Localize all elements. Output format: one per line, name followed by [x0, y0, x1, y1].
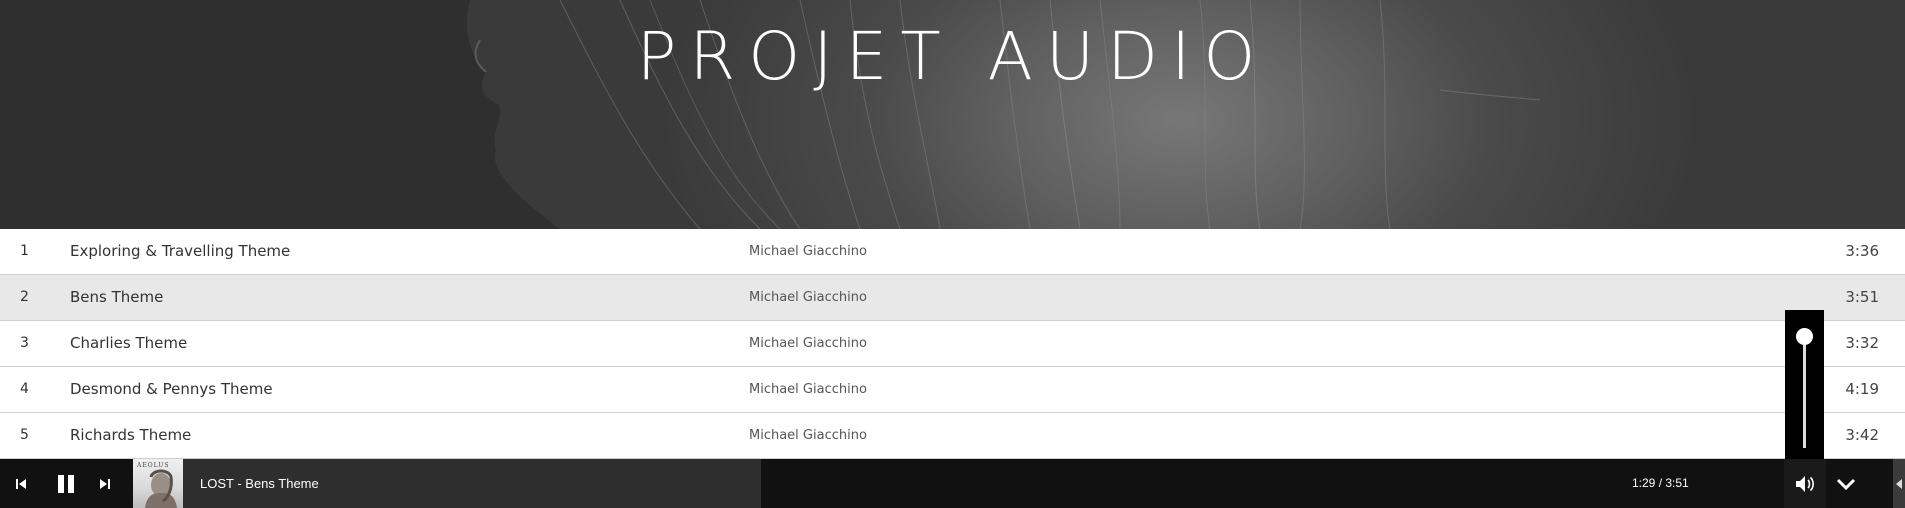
track-title: Exploring & Travelling Theme — [70, 242, 291, 260]
volume-popup — [1785, 310, 1824, 460]
playback-time: 1:29 / 3:51 — [1632, 476, 1689, 490]
player-bar: AEOLUS LOST - Bens Theme 1:29 / 3:51 — [0, 459, 1905, 508]
track-duration: 3:36 — [1845, 242, 1879, 260]
track-artist: Michael Giacchino — [749, 382, 867, 397]
track-title: Bens Theme — [70, 288, 164, 306]
caret-left-icon — [1896, 478, 1902, 489]
chevron-down-icon — [1836, 478, 1856, 490]
track-duration: 4:19 — [1845, 380, 1879, 398]
volume-icon — [1796, 475, 1814, 492]
track-title: Desmond & Pennys Theme — [70, 380, 273, 398]
track-row[interactable]: 3 Charlies Theme Michael Giacchino 3:32 — [0, 321, 1905, 367]
track-artist: Michael Giacchino — [749, 290, 867, 305]
track-list: 1 Exploring & Travelling Theme Michael G… — [0, 229, 1905, 459]
page-title: PROJET AUDIO — [636, 18, 1269, 95]
track-row[interactable]: 4 Desmond & Pennys Theme Michael Giacchi… — [0, 367, 1905, 413]
track-duration: 3:42 — [1845, 426, 1879, 444]
pause-icon — [58, 474, 74, 493]
track-number: 5 — [20, 427, 29, 443]
skip-previous-icon — [16, 478, 26, 489]
track-duration: 3:51 — [1845, 288, 1879, 306]
track-number: 1 — [20, 243, 29, 259]
track-row-active[interactable]: 2 Bens Theme Michael Giacchino 3:51 — [0, 275, 1905, 321]
next-button[interactable] — [92, 459, 118, 508]
album-cover: AEOLUS — [133, 459, 183, 508]
track-row[interactable]: 1 Exploring & Travelling Theme Michael G… — [0, 229, 1905, 275]
collapse-button[interactable] — [1826, 459, 1866, 508]
track-artist: Michael Giacchino — [749, 336, 867, 351]
track-artist: Michael Giacchino — [749, 244, 867, 259]
track-title: Charlies Theme — [70, 334, 188, 352]
track-number: 3 — [20, 335, 29, 351]
volume-slider-handle[interactable] — [1796, 328, 1813, 345]
now-playing-title: LOST - Bens Theme — [200, 476, 319, 491]
album-cover-text: AEOLUS — [137, 462, 170, 469]
track-duration: 3:32 — [1845, 334, 1879, 352]
hero-banner: PROJET AUDIO — [0, 0, 1905, 229]
side-panel-toggle[interactable] — [1893, 459, 1905, 508]
skip-next-icon — [100, 478, 110, 489]
pause-button[interactable] — [50, 459, 82, 508]
track-title: Richards Theme — [70, 426, 192, 444]
volume-button[interactable] — [1784, 459, 1826, 508]
track-artist: Michael Giacchino — [749, 428, 867, 443]
track-number: 4 — [20, 381, 29, 397]
track-row[interactable]: 5 Richards Theme Michael Giacchino 3:42 — [0, 413, 1905, 459]
volume-slider-track[interactable] — [1803, 336, 1806, 448]
previous-button[interactable] — [6, 459, 36, 508]
track-number: 2 — [20, 289, 29, 305]
